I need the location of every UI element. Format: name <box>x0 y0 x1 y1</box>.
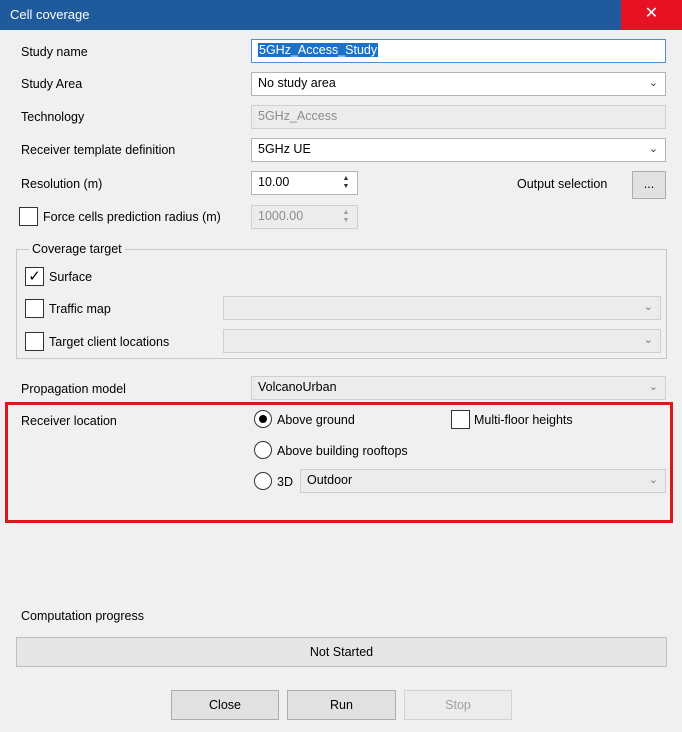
run-button-label: Run <box>330 698 353 712</box>
spin-down-icon: ▼ <box>342 217 350 224</box>
output-selection-label: Output selection <box>517 177 608 191</box>
propagation-model-select: VolcanoUrban ⌄ <box>251 376 666 400</box>
force-radius-spinbox: 1000.00 ▲ ▼ <box>251 205 358 229</box>
3d-location-value: Outdoor <box>307 473 353 487</box>
coverage-target-title: Coverage target <box>29 242 125 256</box>
spin-up-icon: ▲ <box>342 209 350 216</box>
receiver-location-label: Receiver location <box>21 414 117 428</box>
3d-location-select: Outdoor ⌄ <box>300 469 666 493</box>
close-window-button[interactable]: ✕ <box>621 0 682 30</box>
target-client-locations-select: ⌄ <box>223 329 661 353</box>
receiver-template-select[interactable]: 5GHz UE ⌄ <box>251 138 666 162</box>
technology-value: 5GHz_Access <box>258 109 338 123</box>
receiver-template-label: Receiver template definition <box>21 143 176 157</box>
traffic-map-select: ⌄ <box>223 296 661 320</box>
close-icon: ✕ <box>644 5 659 22</box>
ellipsis-icon: ... <box>643 177 655 191</box>
3d-label: 3D <box>277 475 293 489</box>
checkmark-icon: ✓ <box>28 268 41 285</box>
close-button-label: Close <box>209 698 241 712</box>
above-ground-radio[interactable] <box>254 410 272 428</box>
study-area-label: Study Area <box>21 77 83 91</box>
close-button[interactable]: Close <box>171 690 279 720</box>
chevron-down-icon: ⌄ <box>643 301 653 313</box>
force-radius-value: 1000.00 <box>258 209 304 223</box>
chevron-down-icon: ⌄ <box>648 381 658 393</box>
spin-up-icon[interactable]: ▲ <box>343 175 350 183</box>
receiver-template-value: 5GHz UE <box>258 142 311 156</box>
chevron-down-icon: ⌄ <box>648 474 658 486</box>
study-area-value: No study area <box>258 76 336 90</box>
study-name-value: 5GHz_Access_Study <box>258 43 379 57</box>
propagation-model-label: Propagation model <box>21 382 126 396</box>
run-button[interactable]: Run <box>287 690 396 720</box>
spin-down-icon[interactable]: ▼ <box>343 183 350 191</box>
title-bar: Cell coverage ✕ <box>0 0 682 30</box>
chevron-down-icon: ⌄ <box>643 334 653 346</box>
multi-floor-checkbox[interactable] <box>451 410 470 429</box>
force-radius-spin-buttons: ▲ ▼ <box>335 206 357 228</box>
surface-checkbox[interactable]: ✓ <box>25 267 44 286</box>
target-client-locations-label: Target client locations <box>49 335 170 349</box>
chevron-down-icon: ⌄ <box>648 143 658 155</box>
target-client-locations-checkbox[interactable] <box>25 332 44 351</box>
3d-radio[interactable] <box>254 472 272 490</box>
above-rooftops-label: Above building rooftops <box>277 444 408 458</box>
study-name-input[interactable]: 5GHz_Access_Study <box>251 39 666 63</box>
above-ground-label: Above ground <box>277 413 355 427</box>
resolution-value: 10.00 <box>258 175 290 189</box>
chevron-down-icon: ⌄ <box>648 77 658 89</box>
above-rooftops-radio[interactable] <box>254 441 272 459</box>
technology-label: Technology <box>21 110 85 124</box>
propagation-model-value: VolcanoUrban <box>258 380 337 394</box>
study-area-select[interactable]: No study area ⌄ <box>251 72 666 96</box>
force-radius-checkbox[interactable] <box>19 207 38 226</box>
resolution-spin-buttons[interactable]: ▲ ▼ <box>335 172 357 194</box>
window-title: Cell coverage <box>10 7 90 22</box>
resolution-label: Resolution (m) <box>21 177 103 191</box>
stop-button-label: Stop <box>445 698 471 712</box>
multi-floor-label: Multi-floor heights <box>474 413 573 427</box>
technology-field: 5GHz_Access <box>251 105 666 129</box>
radio-selected-dot <box>259 415 267 423</box>
output-selection-button[interactable]: ... <box>632 171 666 199</box>
surface-label: Surface <box>49 270 93 284</box>
traffic-map-checkbox[interactable] <box>25 299 44 318</box>
progress-status: Not Started <box>309 645 374 659</box>
computation-progress-label: Computation progress <box>21 609 144 623</box>
force-radius-label: Force cells prediction radius (m) <box>43 210 221 224</box>
progress-bar: Not Started <box>16 637 667 667</box>
traffic-map-label: Traffic map <box>49 302 111 316</box>
resolution-spinbox[interactable]: 10.00 ▲ ▼ <box>251 171 358 195</box>
study-name-label: Study name <box>21 45 88 59</box>
stop-button: Stop <box>404 690 512 720</box>
